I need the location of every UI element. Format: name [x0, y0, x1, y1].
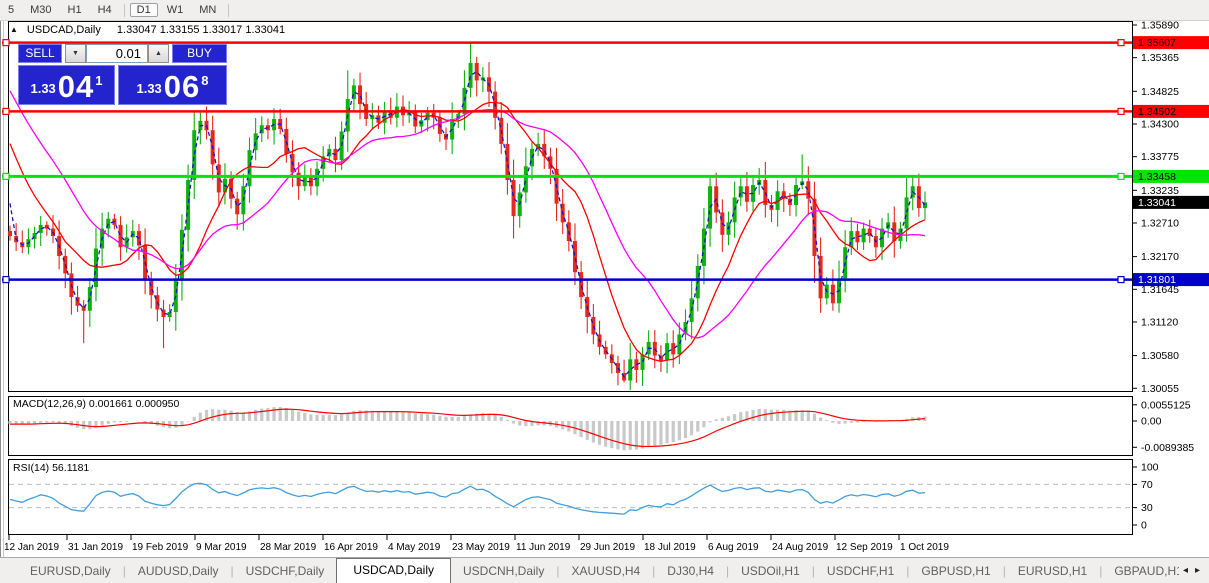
svg-text:1.35365: 1.35365 [1141, 52, 1179, 64]
buy-price-prefix: 1.33 [136, 76, 161, 102]
buy-price-display[interactable]: 1.33 06 8 [118, 65, 227, 105]
chart-tabs-list: EURUSD,Daily|AUDUSD,Daily|USDCHF,DailyUS… [18, 558, 1179, 583]
timeframe-button-5[interactable]: 5 [1, 3, 21, 17]
svg-text:1.32170: 1.32170 [1141, 251, 1179, 263]
timeframe-button-d1[interactable]: D1 [130, 3, 158, 17]
svg-text:-0.0089385: -0.0089385 [1141, 442, 1194, 454]
timeframe-button-m30[interactable]: M30 [23, 3, 58, 17]
svg-text:28 Mar 2019: 28 Mar 2019 [260, 542, 317, 553]
svg-text:30: 30 [1141, 502, 1153, 514]
buy-price-pips: 06 [164, 72, 200, 102]
buy-button[interactable]: BUY [172, 44, 227, 63]
svg-text:1.33041: 1.33041 [1138, 197, 1176, 209]
svg-text:4 May 2019: 4 May 2019 [388, 542, 441, 553]
volume-decrease-icon[interactable]: ▼ [65, 44, 86, 63]
svg-text:1.33458: 1.33458 [1138, 171, 1176, 183]
svg-text:12 Jan 2019: 12 Jan 2019 [4, 542, 59, 553]
timeframe-button-mn[interactable]: MN [192, 3, 223, 17]
sell-price-point: 1 [95, 73, 102, 88]
sell-price-display[interactable]: 1.33 04 1 [18, 65, 115, 105]
collapse-chart-icon[interactable]: ▲ [10, 25, 18, 34]
chart-tab-gbpusd[interactable]: GBPUSD,H1 [909, 560, 1002, 583]
svg-text:23 May 2019: 23 May 2019 [452, 542, 510, 553]
svg-text:1.34502: 1.34502 [1138, 106, 1176, 118]
svg-text:1.33235: 1.33235 [1141, 185, 1179, 197]
svg-text:0.0055125: 0.0055125 [1141, 399, 1191, 411]
svg-text:0: 0 [1141, 520, 1147, 532]
chart-tabs-bar: EURUSD,Daily|AUDUSD,Daily|USDCHF,DailyUS… [0, 557, 1209, 583]
chart-tab-usdchf[interactable]: USDCHF,Daily [234, 560, 337, 583]
svg-text:1.35890: 1.35890 [1141, 20, 1179, 32]
svg-text:11 Jun 2019: 11 Jun 2019 [516, 542, 571, 553]
chart-tab-eurusd[interactable]: EURUSD,H1 [1006, 560, 1099, 583]
svg-text:1 Oct 2019: 1 Oct 2019 [900, 542, 949, 553]
svg-text:1.35607: 1.35607 [1138, 37, 1176, 49]
chart-caption: ▲ USDCAD,Daily 1.33047 1.33155 1.33017 1… [10, 22, 285, 37]
date-axis[interactable]: 12 Jan 2019 31 Jan 2019 19 Feb 2019 9 Mar 2… [4, 535, 949, 553]
svg-text:1.34300: 1.34300 [1141, 118, 1179, 130]
svg-text:1.30580: 1.30580 [1141, 350, 1179, 362]
volume-increase-icon[interactable]: ▲ [148, 44, 169, 63]
svg-text:RSI(14) 56.1181: RSI(14) 56.1181 [13, 462, 89, 474]
svg-text:18 Jul 2019: 18 Jul 2019 [644, 542, 696, 553]
tab-scroll-arrows: ◂ ▸ [1179, 565, 1209, 583]
chart-tab-usdchf[interactable]: USDCHF,H1 [815, 560, 906, 583]
svg-text:12 Sep 2019: 12 Sep 2019 [836, 542, 893, 553]
tab-scroll-left-icon[interactable]: ◂ [1183, 565, 1188, 576]
toolbar-separator [228, 4, 229, 17]
svg-text:100: 100 [1141, 462, 1159, 474]
svg-text:1.31120: 1.31120 [1141, 316, 1178, 328]
chart-tab-eurusd[interactable]: EURUSD,Daily [18, 560, 123, 583]
chart-tab-usdoil[interactable]: USDOil,H1 [729, 560, 812, 583]
timeframe-button-h1[interactable]: H1 [61, 3, 89, 17]
tab-scroll-right-icon[interactable]: ▸ [1195, 565, 1200, 576]
sell-price-pips: 04 [58, 72, 94, 102]
svg-text:24 Aug 2019: 24 Aug 2019 [772, 542, 829, 553]
chart-tab-usdcad[interactable]: USDCAD,Daily [336, 558, 451, 583]
svg-text:19 Feb 2019: 19 Feb 2019 [132, 542, 189, 553]
svg-text:1.31801: 1.31801 [1138, 274, 1176, 286]
buy-price-point: 8 [201, 73, 208, 88]
svg-text:70: 70 [1141, 479, 1153, 491]
chart-symbol-title: USDCAD,Daily [27, 24, 101, 36]
chart-tab-gbpaud[interactable]: GBPAUD,H1 [1102, 560, 1179, 583]
svg-text:1.33775: 1.33775 [1141, 151, 1179, 163]
chart-tab-dj30[interactable]: DJ30,H4 [655, 560, 726, 583]
svg-text:1.32710: 1.32710 [1141, 217, 1179, 229]
svg-text:9 Mar 2019: 9 Mar 2019 [196, 542, 247, 553]
timeframe-button-h4[interactable]: H4 [91, 3, 119, 17]
svg-text:29 Jun 2019: 29 Jun 2019 [580, 542, 635, 553]
sell-button[interactable]: SELL [18, 44, 62, 63]
svg-text:16 Apr 2019: 16 Apr 2019 [324, 542, 378, 553]
current-price-badge: 1.33041 [1133, 196, 1209, 209]
sell-price-prefix: 1.33 [30, 76, 55, 102]
chart-tab-usdcnh[interactable]: USDCNH,Daily [451, 560, 556, 583]
toolbar-separator [124, 4, 125, 17]
chart-tab-xauusd[interactable]: XAUUSD,H4 [559, 560, 652, 583]
svg-text:6 Aug 2019: 6 Aug 2019 [708, 542, 759, 553]
svg-text:0.00: 0.00 [1141, 416, 1162, 428]
one-click-trade-panel: SELL ▼ 0.01 ▲ BUY 1.33 04 1 1.33 06 8 [18, 44, 227, 105]
svg-text:MACD(12,26,9) 0.001661 0.00095: MACD(12,26,9) 0.001661 0.000950 [13, 398, 180, 410]
svg-text:1.30055: 1.30055 [1141, 383, 1179, 395]
volume-input[interactable]: 0.01 [86, 44, 148, 63]
timeframe-button-w1[interactable]: W1 [160, 3, 191, 17]
svg-text:1.34825: 1.34825 [1141, 86, 1179, 98]
chart-tab-audusd[interactable]: AUDUSD,Daily [126, 560, 231, 583]
svg-text:31 Jan 2019: 31 Jan 2019 [68, 542, 123, 553]
chart-ohlc-values: 1.33047 1.33155 1.33017 1.33041 [117, 24, 285, 36]
timeframe-toolbar: 5M30H1H4 D1W1MN [0, 0, 1209, 21]
